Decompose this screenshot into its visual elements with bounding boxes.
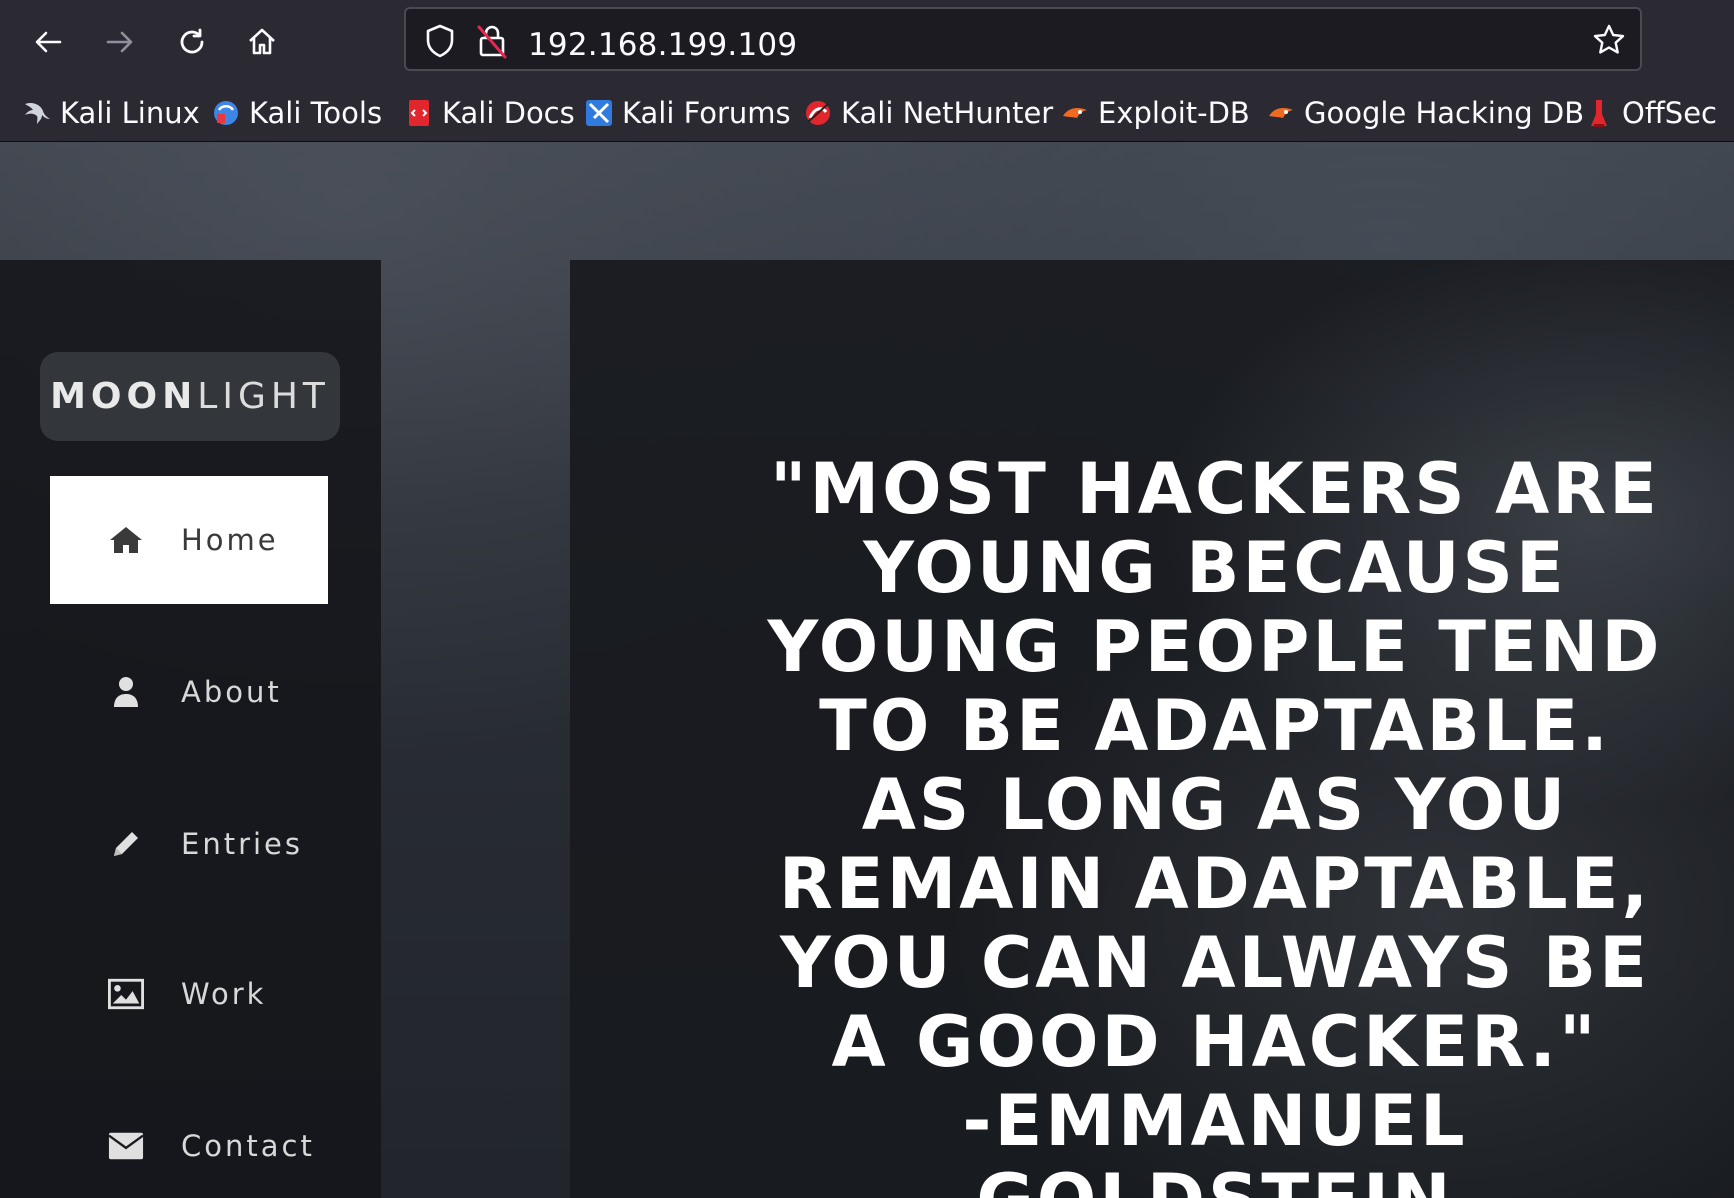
back-button[interactable] xyxy=(24,18,72,66)
bookmark-kali-docs[interactable]: Kali Docs xyxy=(404,93,575,133)
kali-tools-icon xyxy=(211,98,241,128)
quote-author: -Emmanuel Goldstein xyxy=(962,1080,1468,1198)
site-logo[interactable]: MOON LIGHT xyxy=(40,352,340,441)
forward-button[interactable] xyxy=(96,18,144,66)
sidebar: MOON LIGHT Home About Entries Work Conta… xyxy=(0,260,381,1198)
hero-quote: "Most hackers are young because young pe… xyxy=(760,450,1670,1198)
arrow-left-icon xyxy=(35,31,62,53)
bookmark-exploit-db[interactable]: Exploit-DB xyxy=(1060,93,1250,133)
pencil-icon xyxy=(108,826,144,862)
browser-toolbar: 192.168.199.109 xyxy=(0,0,1734,83)
nav-item-about[interactable]: About xyxy=(50,628,328,756)
user-icon xyxy=(108,674,144,710)
nav-item-label: About xyxy=(181,675,282,709)
offsec-icon xyxy=(1584,98,1614,128)
nav-item-entries[interactable]: Entries xyxy=(50,780,328,908)
nav-item-home[interactable]: Home xyxy=(50,476,328,604)
bookmarks-toolbar: Kali Linux Kali Tools Kali Docs Kali For… xyxy=(0,83,1734,142)
arrow-right-icon xyxy=(106,31,133,53)
nav-item-label: Home xyxy=(181,523,279,557)
kali-forums-icon xyxy=(584,98,614,128)
bookmark-star-icon[interactable] xyxy=(1592,23,1626,61)
nav-item-label: Entries xyxy=(181,827,304,861)
home-outline-icon xyxy=(249,28,275,55)
kali-dragon-icon xyxy=(22,98,52,128)
kali-docs-icon xyxy=(404,98,434,128)
bookmark-kali-tools[interactable]: Kali Tools xyxy=(211,93,382,133)
image-icon xyxy=(108,976,144,1012)
address-bar[interactable]: 192.168.199.109 xyxy=(404,7,1642,71)
bookmark-kali-linux[interactable]: Kali Linux xyxy=(22,93,200,133)
home-button[interactable] xyxy=(238,18,286,66)
nav-item-contact[interactable]: Contact xyxy=(50,1082,328,1198)
url-text[interactable]: 192.168.199.109 xyxy=(528,27,797,63)
shield-icon[interactable] xyxy=(424,24,456,62)
logo-text-bold: MOON xyxy=(50,376,198,417)
nav-item-label: Contact xyxy=(181,1129,315,1163)
bookmark-google-hacking-db[interactable]: Google Hacking DB xyxy=(1266,93,1584,133)
bookmark-offsec[interactable]: OffSec xyxy=(1584,93,1717,133)
reload-button[interactable] xyxy=(168,18,216,66)
kali-nethunter-icon xyxy=(803,98,833,128)
bookmark-kali-forums[interactable]: Kali Forums xyxy=(584,93,791,133)
nav-item-label: Work xyxy=(181,977,267,1011)
web-page: MOON LIGHT Home About Entries Work Conta… xyxy=(0,142,1734,1198)
envelope-icon xyxy=(108,1128,144,1164)
reload-icon xyxy=(180,28,204,54)
quote-text: "Most hackers are young because young pe… xyxy=(767,448,1663,1083)
bookmark-kali-nethunter[interactable]: Kali NetHunter xyxy=(803,93,1053,133)
ghdb-icon xyxy=(1266,98,1296,128)
home-icon xyxy=(108,522,144,558)
logo-text-light: LIGHT xyxy=(197,376,330,417)
nav-item-work[interactable]: Work xyxy=(50,930,328,1058)
main-content: "Most hackers are young because young pe… xyxy=(570,260,1734,1198)
insecure-lock-icon[interactable] xyxy=(476,23,508,63)
exploit-db-icon xyxy=(1060,98,1090,128)
